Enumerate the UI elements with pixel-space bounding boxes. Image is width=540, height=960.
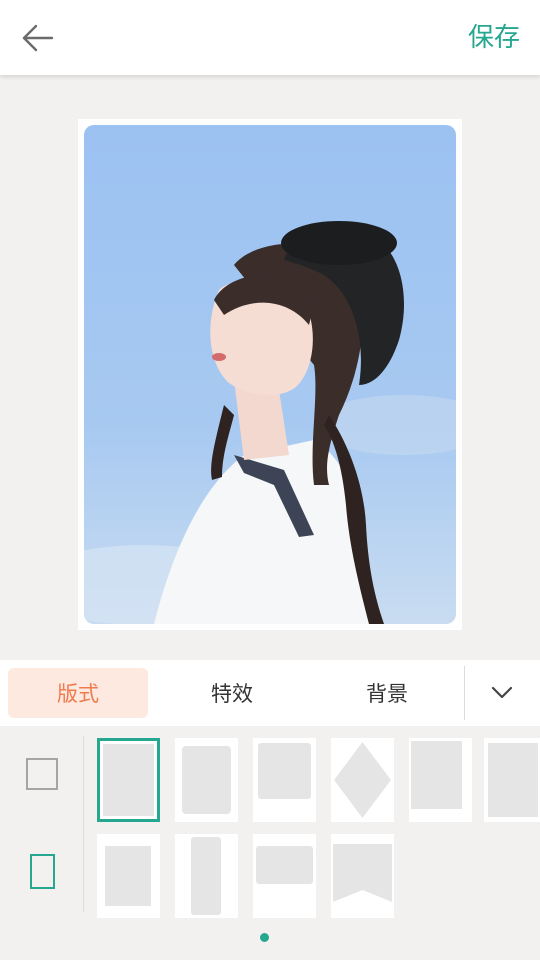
layout-option-inset[interactable] xyxy=(409,738,472,822)
layout-shape-inset xyxy=(411,741,462,809)
photo-preview[interactable] xyxy=(84,125,456,624)
layout-shape-ribbon xyxy=(333,844,392,902)
layout-option-rounded[interactable] xyxy=(175,738,238,822)
photo-illustration xyxy=(84,125,456,624)
layout-shape-full xyxy=(103,744,154,816)
layout-option-ribbon[interactable] xyxy=(331,834,394,918)
save-button[interactable]: 保存 xyxy=(468,18,520,58)
square-ratio-icon[interactable] xyxy=(26,758,58,790)
layout-shape-top-square xyxy=(258,743,311,799)
layout-shape-centered xyxy=(105,846,151,906)
back-button[interactable] xyxy=(14,18,62,58)
layout-option-top-square[interactable] xyxy=(253,738,316,822)
tab-layout[interactable]: 版式 xyxy=(8,668,148,718)
edit-tab-bar: 版式 特效 背景 xyxy=(0,660,540,726)
panel-divider xyxy=(83,736,84,912)
layout-option-wide[interactable] xyxy=(253,834,316,918)
layout-option-narrow[interactable] xyxy=(175,834,238,918)
photo-frame xyxy=(78,119,462,630)
aspect-ratio-selector xyxy=(0,726,83,916)
page-indicator-dot xyxy=(260,933,269,942)
top-bar: 保存 xyxy=(0,0,540,75)
preview-area xyxy=(0,75,540,660)
arrow-left-icon xyxy=(22,24,54,52)
layout-shape-narrow xyxy=(191,837,221,915)
tab-effects[interactable]: 特效 xyxy=(162,668,302,718)
layout-shape-partial xyxy=(488,743,538,817)
layout-option-full[interactable] xyxy=(97,738,160,822)
layout-shape-rounded xyxy=(182,746,231,814)
layout-shape-wide xyxy=(256,846,313,884)
layout-option-partial[interactable] xyxy=(484,738,540,822)
layout-option-centered[interactable] xyxy=(97,834,160,918)
collapse-panel-button[interactable] xyxy=(480,676,524,710)
tab-background[interactable]: 背景 xyxy=(317,668,457,718)
portrait-ratio-icon[interactable] xyxy=(30,854,55,889)
layout-shape-diamond xyxy=(334,742,391,818)
tab-divider xyxy=(464,666,465,720)
layout-panel xyxy=(0,726,540,960)
layout-option-diamond[interactable] xyxy=(331,738,394,822)
chevron-down-icon xyxy=(491,686,513,699)
